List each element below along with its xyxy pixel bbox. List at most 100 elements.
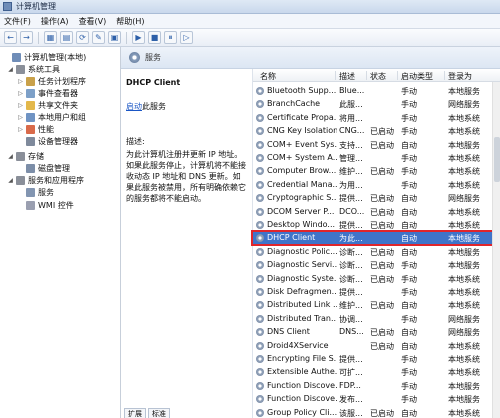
service-row[interactable]: Desktop Windo... 提供... 已启动 自动 本地系统 (253, 219, 493, 231)
refresh-icon[interactable]: ⟳ (76, 31, 89, 44)
show-hide-tree-icon[interactable]: ▦ (44, 31, 57, 44)
tree-item[interactable]: 计算机管理(本地) (3, 51, 86, 63)
tree-item-label: 事件查看器 (38, 88, 78, 98)
column-divider[interactable] (397, 71, 398, 80)
back-arrow-icon[interactable]: ← (4, 31, 17, 44)
service-row[interactable]: Certificate Propa... 将用... 手动 本地系统 (253, 112, 493, 124)
service-row[interactable]: Disk Defragmen... 提供... 手动 本地系统 (253, 286, 493, 298)
service-gear-icon (256, 301, 264, 310)
service-row[interactable]: Diagnostic Polic... 诊断... 已启动 自动 本地服务 (253, 246, 493, 258)
help-panel-icon[interactable]: ▣ (108, 31, 121, 44)
column-header-startup-type[interactable]: 启动类型 (401, 71, 433, 82)
tree-item[interactable]: ▷ 任务计划程序 (17, 75, 86, 87)
restart-service-icon[interactable]: ▷ (180, 31, 193, 44)
menu-bar: 文件(F) 操作(A) 查看(V) 帮助(H) (0, 14, 500, 29)
tree-item[interactable]: ◢ 存储 (7, 150, 44, 162)
column-header-status[interactable]: 状态 (370, 71, 386, 82)
service-row[interactable]: CNG Key Isolation CNG... 已启动 手动 本地系统 (253, 125, 493, 137)
column-header-description[interactable]: 描述 (339, 71, 355, 82)
tab-standard[interactable]: 标准 (148, 408, 170, 418)
service-row[interactable]: Diagnostic Syste... 诊断... 已启动 手动 本地系统 (253, 273, 493, 285)
tree-item[interactable]: WMI 控件 (17, 199, 74, 211)
start-service-suffix: 此服务 (142, 102, 166, 111)
service-row[interactable]: Droid4XService 已启动 自动 本地系统 (253, 340, 493, 352)
service-row[interactable]: Distributed Tran... 协调... 手动 网络服务 (253, 313, 493, 325)
tools-icon (16, 64, 25, 74)
expand-toggle-icon[interactable]: ▷ (17, 90, 24, 97)
menu-file[interactable]: 文件(F) (4, 16, 31, 27)
description-text: 为此计算机注册并更新 IP 地址。如果此服务停止，计算机将不能接收动态 IP 地… (126, 150, 246, 203)
service-row[interactable]: DCOM Server P... DCO... 已启动 自动 本地系统 (253, 206, 493, 218)
service-row[interactable]: Encrypting File S... 提供... 手动 本地系统 (253, 353, 493, 365)
column-divider[interactable] (366, 71, 367, 80)
tree-item[interactable]: ▷ 本地用户和组 (17, 111, 86, 123)
tree-item-label: 任务计划程序 (38, 76, 86, 86)
expand-toggle-icon[interactable]: ▷ (17, 126, 24, 133)
stop-service-icon[interactable]: ■ (148, 31, 161, 44)
service-row[interactable]: Distributed Link ... 维护... 已启动 自动 本地系统 (253, 299, 493, 311)
service-row[interactable]: DNS Client DNS... 已启动 自动 网络服务 (253, 326, 493, 338)
service-gear-icon (256, 381, 264, 390)
scrollbar-thumb[interactable] (494, 137, 500, 182)
tree-item[interactable]: 设备管理器 (17, 135, 78, 147)
list-view-icon[interactable]: ▤ (60, 31, 73, 44)
tree-item[interactable]: ◢ 服务和应用程序 (7, 174, 84, 186)
tree-item[interactable]: ◢ 系统工具 (7, 63, 60, 75)
tree-item[interactable]: ▷ 共享文件夹 (17, 99, 78, 111)
expand-toggle-icon[interactable]: ▷ (17, 78, 24, 85)
tree-item[interactable]: 服务 (17, 186, 54, 198)
menu-action[interactable]: 操作(A) (41, 16, 69, 27)
forward-arrow-icon[interactable]: → (20, 31, 33, 44)
tab-extended[interactable]: 扩展 (124, 408, 146, 418)
column-header-logon-as[interactable]: 登录为 (448, 71, 472, 82)
expand-toggle-icon[interactable]: ◢ (7, 177, 14, 184)
service-row[interactable]: Function Discove... FDP... 手动 本地服务 (253, 380, 493, 392)
service-row-selected[interactable]: DHCP Client 为此... 自动 本地服务 (251, 230, 495, 247)
service-row[interactable]: COM+ Event Sys... 支持... 已启动 自动 本地服务 (253, 139, 493, 151)
disk-icon (26, 163, 35, 173)
service-status-cell: 已启动 (370, 140, 394, 150)
menu-view[interactable]: 查看(V) (79, 16, 107, 27)
service-description-cell: 为用... (339, 180, 363, 190)
service-row[interactable]: Bluetooth Supp... Blue... 手动 本地服务 (253, 85, 493, 97)
service-name-cell: Diagnostic Servi... (267, 260, 337, 270)
service-logon-cell: 本地系统 (448, 154, 480, 163)
start-service-icon[interactable]: ▶ (132, 31, 145, 44)
service-description-cell: 此服... (339, 100, 363, 110)
service-row[interactable]: COM+ System A... 管理... 手动 本地系统 (253, 152, 493, 164)
service-description-cell: 可扩... (339, 368, 363, 378)
menu-help[interactable]: 帮助(H) (116, 16, 144, 27)
expand-toggle-icon[interactable]: ▷ (17, 114, 24, 121)
tree-item[interactable]: 磁盘管理 (17, 162, 70, 174)
expand-toggle-icon[interactable]: ◢ (7, 153, 14, 160)
vertical-scrollbar[interactable] (492, 82, 500, 418)
start-service-link[interactable]: 启动 (126, 102, 142, 111)
column-divider[interactable] (444, 71, 445, 80)
service-row[interactable]: BranchCache 此服... 手动 网络服务 (253, 98, 493, 110)
service-status-cell: 已启动 (370, 194, 394, 204)
column-divider[interactable] (335, 71, 336, 80)
service-row[interactable]: Computer Brow... 维护... 已启动 手动 本地系统 (253, 165, 493, 177)
service-gear-icon (256, 194, 264, 203)
service-startup-type-cell: 手动 (401, 288, 417, 297)
properties-icon[interactable]: ✎ (92, 31, 105, 44)
storage-icon (16, 151, 25, 161)
column-header-name[interactable]: 名称 (260, 71, 276, 82)
expand-toggle-icon[interactable]: ◢ (7, 66, 14, 73)
tree-item[interactable]: ▷ 事件查看器 (17, 87, 78, 99)
service-row[interactable]: Diagnostic Servi... 诊断... 已启动 手动 本地服务 (253, 259, 493, 271)
service-name-cell: Encrypting File S... (267, 354, 337, 363)
service-row[interactable]: Cryptographic S... 提供... 已启动 自动 网络服务 (253, 192, 493, 204)
service-row[interactable]: Extensible Authe... 可扩... 手动 本地系统 (253, 366, 493, 378)
service-startup-type-cell: 自动 (401, 247, 417, 257)
expand-toggle-icon[interactable]: ▷ (17, 102, 24, 109)
tree-item-label: 设备管理器 (38, 136, 78, 146)
tree-item[interactable]: ▷ 性能 (17, 123, 54, 135)
service-row[interactable]: Function Discove... 发布... 手动 本地服务 (253, 393, 493, 405)
selected-service-name: DHCP Client (126, 78, 181, 87)
service-name-cell: CNG Key Isolation (267, 126, 337, 136)
service-gear-icon (256, 341, 264, 350)
pause-service-icon[interactable]: ⏸ (164, 31, 177, 44)
service-row[interactable]: Credential Mana... 为用... 手动 本地系统 (253, 179, 493, 191)
service-row[interactable]: Group Policy Cli... 该服... 已启动 自动 本地系统 (253, 407, 493, 418)
